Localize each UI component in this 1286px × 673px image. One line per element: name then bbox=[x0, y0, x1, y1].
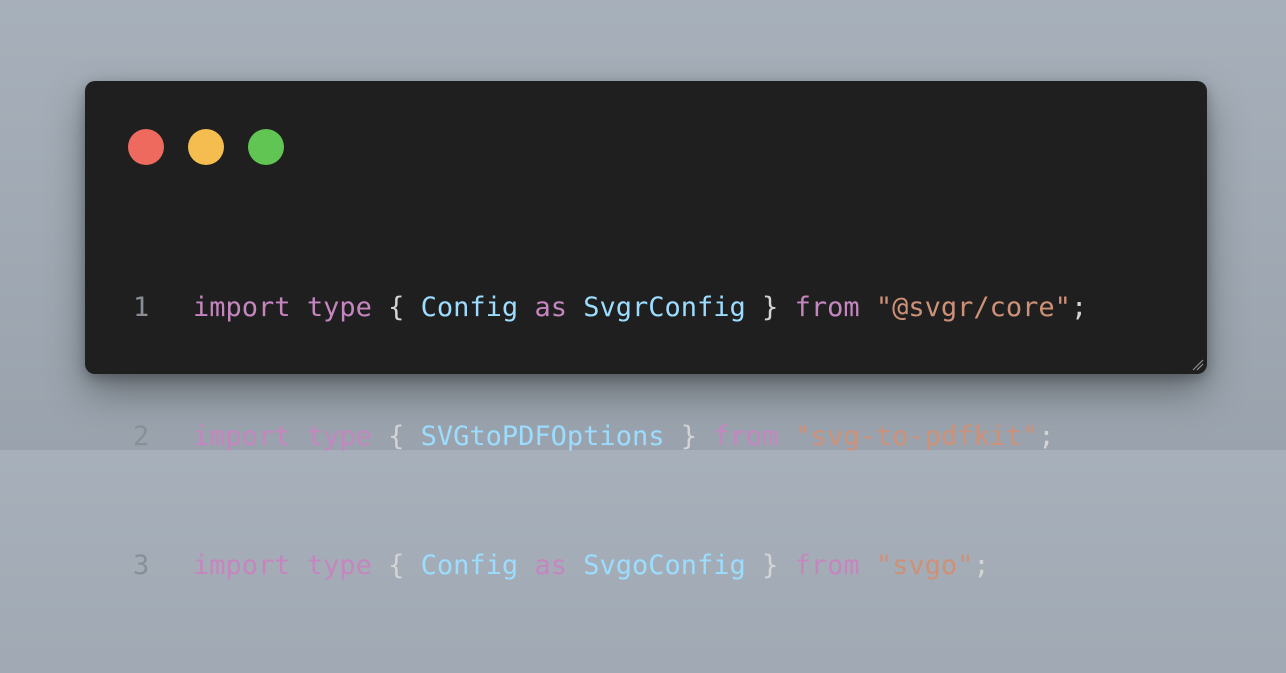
punctuation-token: } bbox=[745, 292, 795, 323]
string-token: "@svgr/core" bbox=[875, 292, 1071, 323]
punctuation-token: } bbox=[745, 550, 795, 581]
punctuation-token: ; bbox=[973, 550, 990, 581]
keyword-token: type bbox=[306, 421, 372, 452]
punctuation-token: ; bbox=[1038, 421, 1055, 452]
punctuation-token: { bbox=[371, 421, 421, 452]
identifier-token: Config bbox=[420, 292, 519, 323]
minimize-button[interactable] bbox=[188, 129, 224, 165]
code-block: 1 import type { Config as SvgrConfig } f… bbox=[85, 200, 1087, 673]
line-number: 3 bbox=[133, 550, 150, 581]
identifier-token: SvgrConfig bbox=[583, 292, 746, 323]
punctuation-token: { bbox=[371, 550, 421, 581]
code-line: 1 import type { Config as SvgrConfig } f… bbox=[85, 286, 1087, 329]
keyword-token: import bbox=[193, 292, 291, 323]
keyword-token: type bbox=[306, 292, 372, 323]
keyword-token: import bbox=[193, 550, 291, 581]
line-number: 1 bbox=[133, 292, 150, 323]
line-number: 2 bbox=[133, 421, 150, 452]
identifier-token: Config bbox=[420, 550, 519, 581]
keyword-token: as bbox=[534, 292, 567, 323]
punctuation-token: } bbox=[664, 421, 714, 452]
string-token: "svg-to-pdfkit" bbox=[794, 421, 1039, 452]
punctuation-token: { bbox=[371, 292, 421, 323]
window-controls bbox=[128, 129, 284, 165]
string-token: "svgo" bbox=[875, 550, 974, 581]
maximize-button[interactable] bbox=[248, 129, 284, 165]
identifier-token: SVGtoPDFOptions bbox=[420, 421, 665, 452]
keyword-token: type bbox=[306, 550, 372, 581]
punctuation-token: ; bbox=[1070, 292, 1088, 323]
resize-grip-icon[interactable] bbox=[1192, 359, 1204, 371]
line-content: import type { SVGtoPDFOptions } from "sv… bbox=[193, 415, 1055, 458]
keyword-token: from bbox=[794, 550, 860, 581]
keyword-token: from bbox=[794, 292, 860, 323]
keyword-token: import bbox=[193, 421, 291, 452]
close-button[interactable] bbox=[128, 129, 164, 165]
code-window: 1 import type { Config as SvgrConfig } f… bbox=[85, 81, 1207, 581]
keyword-token: as bbox=[534, 550, 567, 581]
code-line: 3 import type { Config as SvgoConfig } f… bbox=[85, 544, 1087, 587]
line-content: import type { Config as SvgoConfig } fro… bbox=[193, 544, 990, 587]
keyword-token: from bbox=[713, 421, 779, 452]
identifier-token: SvgoConfig bbox=[583, 550, 746, 581]
line-content: import type { Config as SvgrConfig } fro… bbox=[193, 286, 1087, 329]
code-line: 2 import type { SVGtoPDFOptions } from "… bbox=[85, 415, 1087, 458]
